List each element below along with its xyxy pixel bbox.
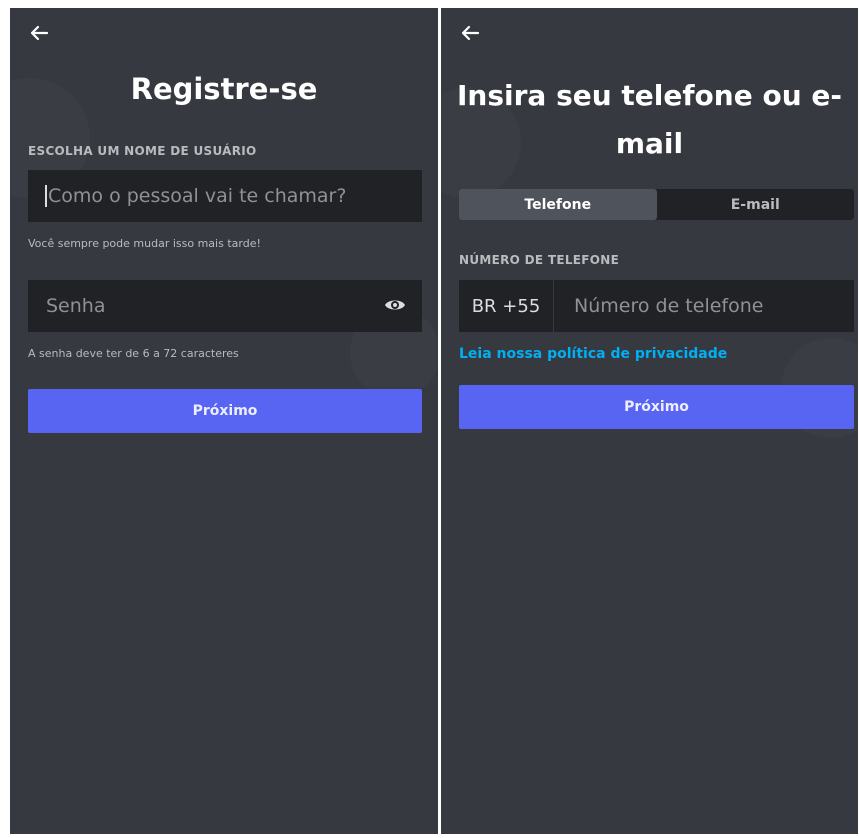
username-input[interactable]: Como o pessoal vai te chamar? bbox=[28, 170, 422, 222]
next-button[interactable]: Próximo bbox=[28, 389, 422, 433]
country-code-selector[interactable]: BR +55 bbox=[459, 280, 554, 332]
page-title: Insira seu telefone ou e-mail bbox=[457, 79, 842, 160]
register-screen: Registre-se ESCOLHA UM NOME DE USUÁRIO C… bbox=[10, 8, 438, 834]
page-title: Registre-se bbox=[130, 72, 318, 106]
next-button[interactable]: Próximo bbox=[459, 385, 854, 429]
phone-field: BR +55 Número de telefone bbox=[459, 280, 854, 332]
username-label: ESCOLHA UM NOME DE USUÁRIO bbox=[28, 144, 257, 158]
arrow-left-icon[interactable] bbox=[459, 22, 481, 44]
password-input[interactable]: Senha bbox=[28, 280, 422, 332]
eye-icon[interactable] bbox=[384, 296, 406, 314]
password-hint: A senha deve ter de 6 a 72 caracteres bbox=[28, 347, 239, 360]
tab-telefone[interactable]: Telefone bbox=[459, 189, 657, 220]
phone-label: NÚMERO DE TELEFONE bbox=[459, 253, 620, 267]
arrow-left-icon[interactable] bbox=[28, 22, 50, 44]
privacy-policy-link[interactable]: Leia nossa política de privacidade bbox=[459, 346, 727, 362]
password-placeholder: Senha bbox=[46, 295, 106, 317]
phone-input[interactable]: Número de telefone bbox=[554, 295, 763, 317]
tab-email[interactable]: E-mail bbox=[657, 189, 855, 220]
username-placeholder: Como o pessoal vai te chamar? bbox=[48, 185, 347, 207]
contact-method-tabs: Telefone E-mail bbox=[459, 189, 854, 220]
username-hint: Você sempre pode mudar isso mais tarde! bbox=[28, 237, 261, 250]
text-cursor bbox=[45, 185, 47, 207]
contact-screen: Insira seu telefone ou e-mail Telefone E… bbox=[441, 8, 858, 834]
